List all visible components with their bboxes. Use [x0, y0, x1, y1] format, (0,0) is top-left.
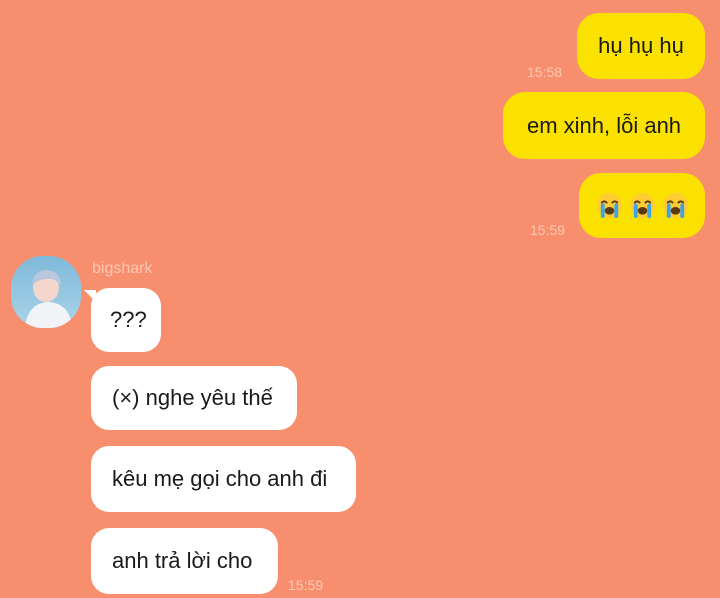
- emoji-group: [596, 192, 689, 219]
- sent-message[interactable]: em xinh, lỗi anh: [503, 92, 705, 159]
- received-message[interactable]: ???: [91, 288, 161, 352]
- contact-name: bigshark: [92, 260, 153, 277]
- loudly-crying-face-icon: [596, 192, 622, 219]
- received-message[interactable]: (×) nghe yêu thế: [91, 366, 297, 430]
- loudly-crying-face-icon: [662, 192, 688, 219]
- sent-message[interactable]: hụ hụ hụ: [577, 13, 705, 79]
- message-timestamp: 15:58: [527, 64, 563, 80]
- message-timestamp: 15:59: [288, 577, 324, 593]
- person-avatar-icon: [11, 256, 81, 328]
- loudly-crying-face-icon: [629, 192, 655, 219]
- avatar[interactable]: [11, 256, 81, 328]
- received-message[interactable]: kêu mẹ gọi cho anh đi: [91, 446, 356, 512]
- received-message[interactable]: anh trả lời cho: [91, 528, 278, 594]
- sent-emoji-message[interactable]: [579, 173, 705, 238]
- message-timestamp: 15:59: [530, 222, 566, 238]
